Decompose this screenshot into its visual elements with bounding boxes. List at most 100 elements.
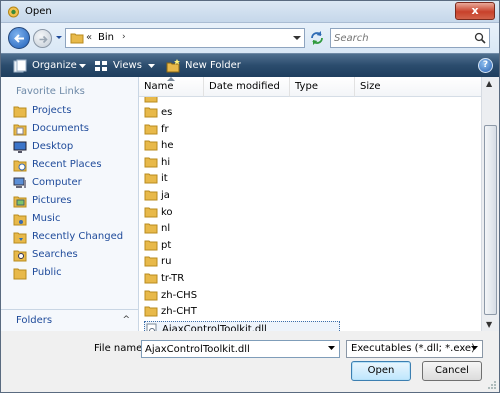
favorite-link-searches[interactable]: Searches <box>13 247 135 263</box>
folder-item-he[interactable]: he <box>144 138 344 154</box>
favorite-link-public[interactable]: Public <box>13 265 135 281</box>
favorite-link-label: Music <box>32 213 61 224</box>
file-type-select[interactable]: Executables (*.dll; *.exe) <box>346 340 483 358</box>
folder-icon <box>144 273 158 284</box>
views-button[interactable]: Views <box>94 58 157 74</box>
folder-item-fr[interactable]: fr <box>144 122 344 138</box>
help-button[interactable]: ? <box>478 58 493 73</box>
views-icon <box>95 61 107 71</box>
music-icon <box>13 214 27 226</box>
folders-expand-icon[interactable]: ^ <box>122 315 130 325</box>
close-button[interactable]: x <box>455 2 495 20</box>
folder-item-zh-cht[interactable]: zh-CHT <box>144 304 344 320</box>
folder-icon <box>144 97 158 103</box>
favorite-link-pictures[interactable]: Pictures <box>13 193 135 209</box>
favorite-link-label: Searches <box>32 249 78 260</box>
organize-button[interactable]: Organize <box>13 58 86 74</box>
column-header-name[interactable]: Name <box>139 77 204 97</box>
folder-item-zh-chs[interactable]: zh-CHS <box>144 288 344 304</box>
favorite-link-desktop[interactable]: Desktop <box>13 139 135 155</box>
dialog-footer: File name: Executables (*.dll; *.exe) Op… <box>1 331 499 392</box>
favorite-link-label: Recent Places <box>32 159 102 170</box>
folder-item-nl[interactable]: nl <box>144 221 344 237</box>
folder-icon <box>144 124 158 135</box>
address-dropdown-icon[interactable] <box>293 35 301 41</box>
folders-label: Folders <box>16 315 53 326</box>
list-item[interactable] <box>144 97 344 104</box>
favorite-link-documents[interactable]: Documents <box>13 121 135 137</box>
file-name: fr <box>161 123 169 135</box>
folder-item-ko[interactable]: ko <box>144 205 344 221</box>
favorite-link-label: Desktop <box>32 141 74 152</box>
open-button[interactable]: Open <box>351 361 411 381</box>
back-button[interactable] <box>8 27 30 49</box>
cancel-button-label: Cancel <box>435 365 469 376</box>
resize-grip-icon[interactable] <box>487 380 497 390</box>
scroll-down-arrow-icon[interactable]: ▼ <box>486 320 492 329</box>
favorite-link-recently-changed[interactable]: Recently Changed <box>13 229 135 245</box>
folder-icon <box>144 223 158 234</box>
file-type-dropdown-icon[interactable] <box>471 346 478 351</box>
vertical-scrollbar[interactable]: ▲ ▼ <box>481 77 499 331</box>
folder-icon <box>13 106 27 118</box>
command-toolbar: Organize Views New Folder ? <box>1 53 499 77</box>
public-icon <box>13 268 27 280</box>
folder-item-it[interactable]: it <box>144 171 344 187</box>
favorite-link-recent-places[interactable]: Recent Places <box>13 157 135 173</box>
folders-toggle[interactable]: Folders ^ <box>1 309 138 331</box>
address-path-bin[interactable]: Bin <box>98 32 114 43</box>
favorite-link-projects[interactable]: Projects <box>13 103 135 119</box>
favorite-link-music[interactable]: Music <box>13 211 135 227</box>
folder-item-ja[interactable]: ja <box>144 188 344 204</box>
folder-item-ru[interactable]: ru <box>144 254 344 270</box>
new-folder-icon <box>166 59 180 73</box>
column-header-type[interactable]: Type <box>290 77 355 97</box>
file-name: it <box>161 173 168 185</box>
folder-item-es[interactable]: es <box>144 105 344 121</box>
favorite-link-label: Computer <box>32 177 82 188</box>
folder-icon <box>144 306 158 317</box>
address-path-arrow[interactable]: › <box>122 32 126 42</box>
file-name: nl <box>161 223 171 235</box>
title-bar[interactable]: Open x <box>1 1 499 23</box>
column-header-size[interactable]: Size <box>355 77 481 97</box>
folder-icon <box>144 107 158 118</box>
folder-item-hi[interactable]: hi <box>144 155 344 171</box>
search-input[interactable] <box>334 31 464 45</box>
search-box[interactable] <box>330 28 490 48</box>
file-name-dropdown-icon[interactable] <box>328 346 335 351</box>
searches-icon <box>13 250 27 262</box>
folder-icon <box>144 157 158 168</box>
address-bar[interactable]: « Bin › <box>65 28 305 48</box>
app-icon <box>8 6 19 18</box>
file-name-combo[interactable] <box>141 340 340 358</box>
folder-item-pt[interactable]: pt <box>144 238 344 254</box>
search-icon[interactable] <box>474 32 486 44</box>
recent-pages-dropdown-icon[interactable] <box>55 32 63 42</box>
file-name-label: File name: <box>94 343 146 354</box>
refresh-icon[interactable] <box>308 29 326 47</box>
column-header-date-modified[interactable]: Date modified <box>204 77 290 97</box>
scrollbar-thumb[interactable] <box>484 125 497 315</box>
new-folder-label: New Folder <box>185 60 241 71</box>
forward-button[interactable] <box>33 29 52 48</box>
favorite-link-computer[interactable]: Computer <box>13 175 135 191</box>
favorite-links-heading: Favorite Links <box>16 86 85 97</box>
sort-up-icon <box>167 77 175 81</box>
folder-icon <box>144 240 158 251</box>
new-folder-button[interactable]: New Folder <box>166 58 246 74</box>
file-name: ja <box>161 190 170 201</box>
folder-item-tr-tr[interactable]: tr-TR <box>144 271 344 287</box>
scroll-up-arrow-icon[interactable]: ▲ <box>486 79 492 88</box>
file-name: zh-CHT <box>161 306 197 318</box>
column-header-size-label: Size <box>360 81 381 92</box>
recently-changed-icon <box>13 232 27 244</box>
cancel-button[interactable]: Cancel <box>422 361 482 381</box>
file-name-input[interactable] <box>145 342 315 356</box>
address-chevron[interactable]: « <box>86 32 92 43</box>
file-name: pt <box>161 239 172 251</box>
window-title: Open <box>25 6 52 17</box>
folder-icon <box>144 290 158 301</box>
column-header-date-label: Date modified <box>209 81 280 92</box>
folder-icon <box>144 256 158 267</box>
